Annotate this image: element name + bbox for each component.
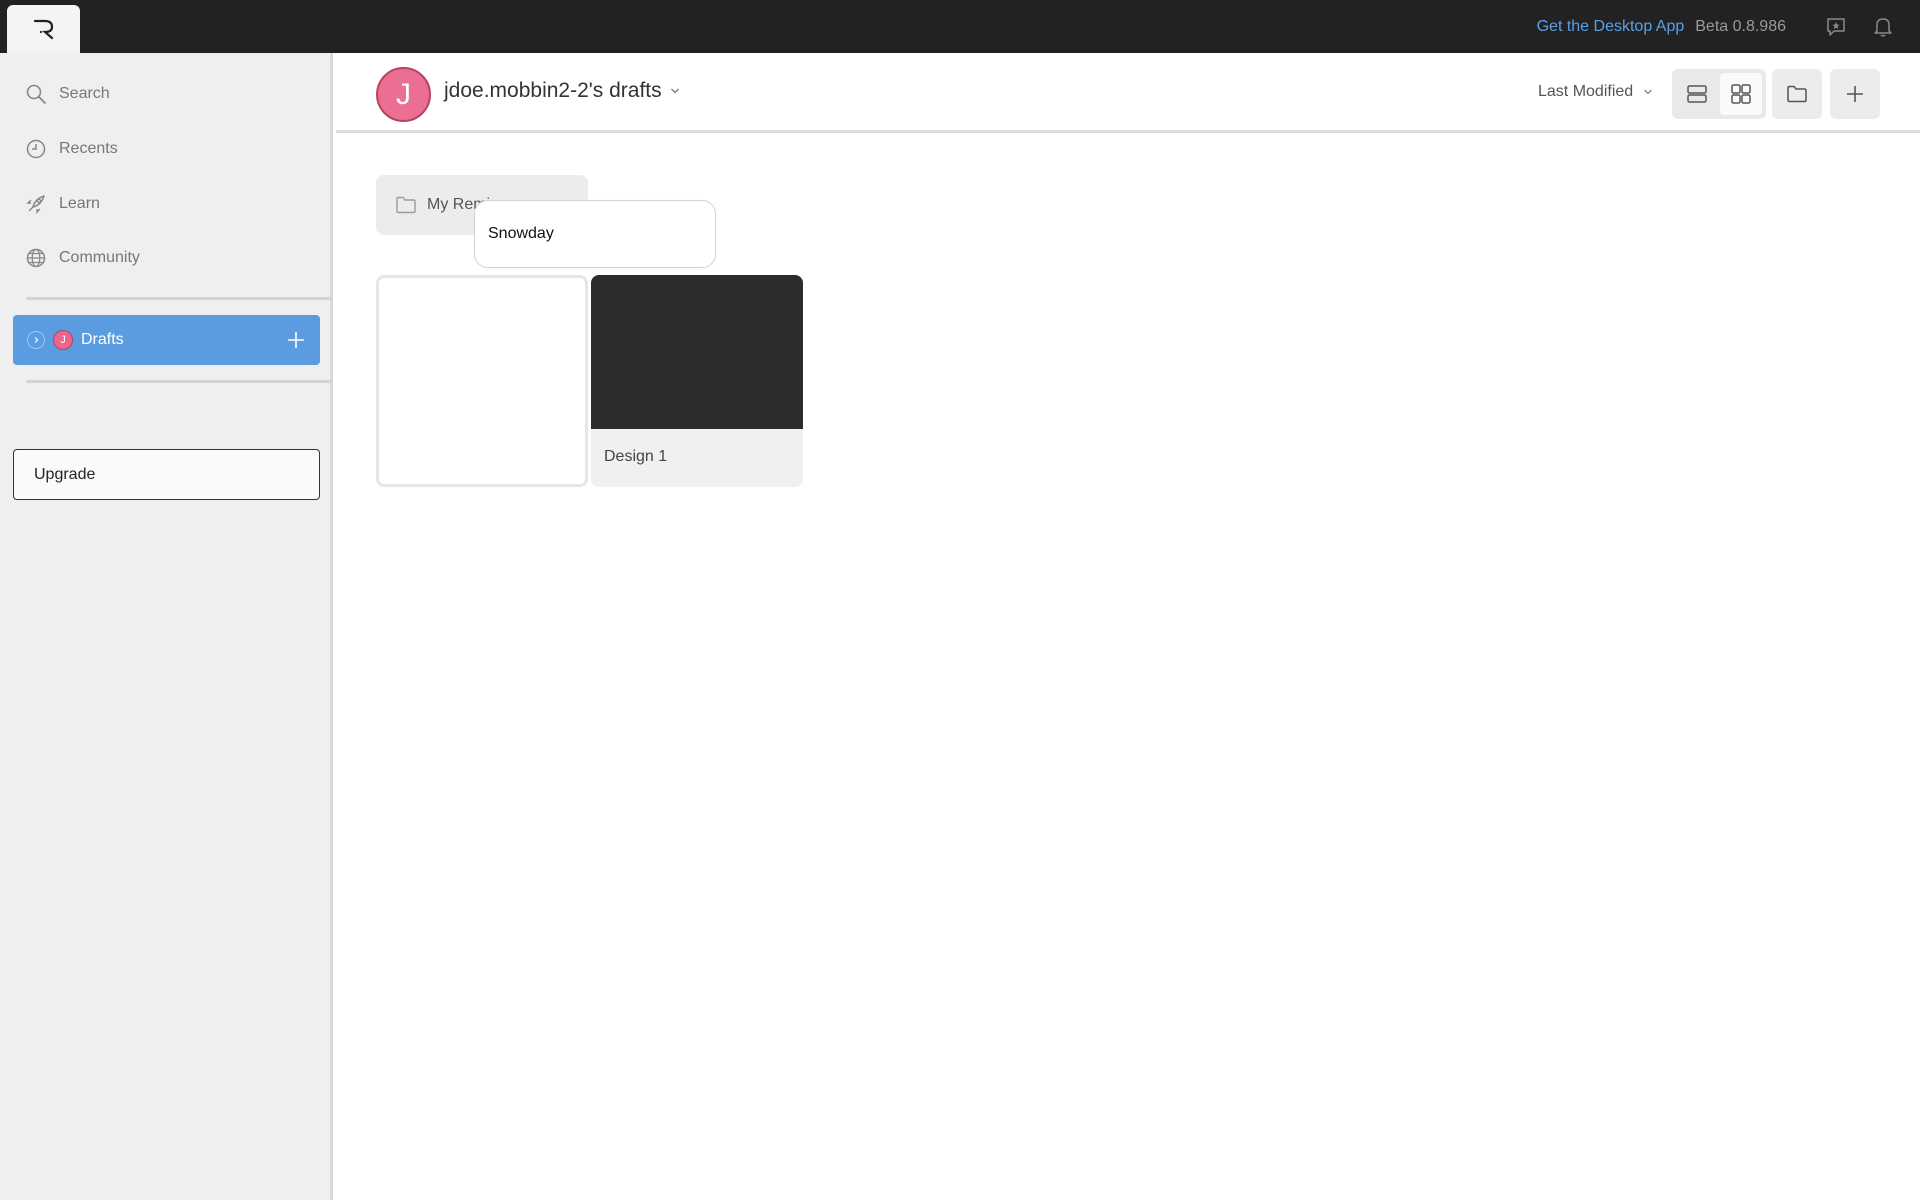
r-logo-icon [33, 19, 53, 40]
rename-input[interactable] [474, 200, 716, 268]
search-icon [26, 84, 46, 104]
plus-icon [1847, 86, 1863, 102]
grid-view-icon [1731, 84, 1751, 104]
avatar: J [376, 67, 431, 122]
version-label: Beta 0.8.986 [1695, 17, 1786, 35]
folder-icon [396, 196, 416, 214]
sidebar-item-community[interactable]: Community [25, 243, 315, 273]
bell-icon[interactable] [1872, 16, 1894, 38]
sort-dropdown[interactable]: Last Modified [1538, 83, 1653, 101]
avatar: J [53, 330, 73, 350]
sidebar-item-label: Community [59, 249, 140, 266]
rocket-icon [26, 195, 45, 214]
file-card-blank[interactable] [376, 275, 588, 487]
sidebar-divider [26, 297, 333, 300]
add-draft-plus-icon[interactable] [286, 330, 306, 350]
feedback-icon[interactable] [1825, 16, 1847, 38]
sidebar-item-recents[interactable]: Recents [25, 134, 315, 164]
top-bar: Get the Desktop App Beta 0.8.986 [0, 0, 1920, 53]
clock-icon [26, 139, 46, 159]
folder-icon [1787, 85, 1807, 103]
content-header: J jdoe.mobbin2-2's drafts Last Modified [336, 53, 1920, 133]
grid-view-button[interactable] [1720, 73, 1762, 115]
list-view-icon [1687, 85, 1707, 103]
sidebar-item-label: Learn [59, 195, 100, 212]
upgrade-button[interactable]: Upgrade [13, 449, 320, 500]
design-thumbnail [591, 275, 803, 429]
sidebar-item-label: Search [59, 85, 110, 102]
file-name: Design 1 [604, 448, 668, 465]
chevron-down-icon [670, 88, 679, 94]
sidebar-item-drafts[interactable]: J Drafts [13, 315, 320, 365]
sidebar-item-label: Drafts [81, 331, 124, 348]
file-card-design[interactable]: Design 1 [591, 275, 803, 487]
sidebar-item-learn[interactable]: Learn [25, 189, 315, 219]
sidebar-item-label: Recents [59, 140, 118, 157]
chevron-down-icon [1644, 89, 1653, 95]
sidebar-item-search[interactable]: Search [25, 79, 315, 109]
new-folder-button[interactable] [1772, 69, 1822, 119]
workspace-title-dropdown[interactable]: jdoe.mobbin2-2's drafts [444, 79, 680, 103]
sort-label: Last Modified [1538, 83, 1634, 100]
topbar-actions: Get the Desktop App Beta 0.8.986 [1537, 0, 1894, 53]
list-view-button[interactable] [1676, 73, 1718, 115]
home-logo-tab[interactable] [7, 5, 80, 53]
page-title: jdoe.mobbin2-2's drafts [444, 79, 662, 102]
get-desktop-app-link[interactable]: Get the Desktop App [1537, 18, 1685, 36]
expand-chevron-icon[interactable] [27, 331, 45, 349]
new-file-button[interactable] [1830, 69, 1880, 119]
globe-icon [26, 248, 46, 268]
sidebar-divider [26, 380, 333, 383]
view-toggle [1672, 69, 1766, 119]
sidebar: Search Recents Learn Community J Drafts … [0, 53, 333, 1200]
